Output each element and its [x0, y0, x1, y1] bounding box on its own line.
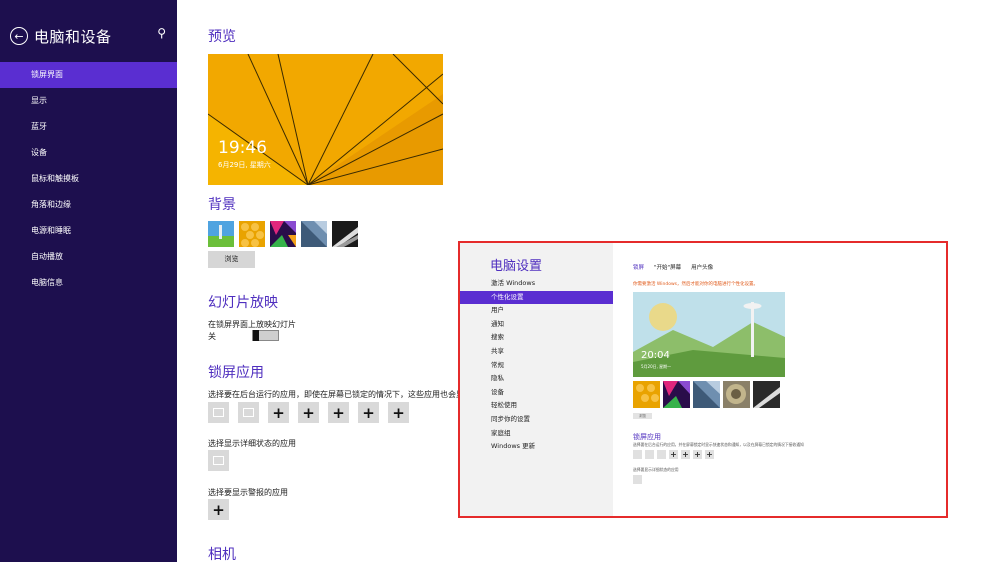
lock-apps-description: 选择要在后台运行的应用，即使在屏幕已锁定的情况下，这些应用也会显示 — [208, 390, 458, 399]
background-thumb-honeycomb[interactable] — [239, 221, 265, 247]
background-thumb-landscape[interactable] — [208, 221, 234, 247]
overlay-detailed-status-label: 选择要显示详细状态的应用 — [633, 467, 679, 472]
tab-lock-screen[interactable]: 锁屏 — [633, 263, 644, 271]
overlay-item-users[interactable]: 用户 — [460, 304, 613, 318]
overlay-item-general[interactable]: 常规 — [460, 359, 613, 373]
overlay-sidebar: 电脑设置 激活 Windows 个性化设置 用户 通知 搜索 共享 常规 隐私 … — [460, 243, 613, 516]
slideshow-label: 在锁屏界面上放映幻灯片 — [208, 320, 296, 329]
sidebar-item-lock-screen[interactable]: 锁屏界面 — [0, 62, 177, 88]
overlay-item-search[interactable]: 搜索 — [460, 331, 613, 345]
overlay-item-activate-windows[interactable]: 激活 Windows — [460, 277, 613, 291]
overlay-list: 激活 Windows 个性化设置 用户 通知 搜索 共享 常规 隐私 设备 轻松… — [460, 277, 613, 454]
background-thumbnails — [208, 221, 358, 247]
toggle-knob — [253, 330, 259, 341]
overlay-background-thumbnails — [633, 381, 780, 408]
overlay-preview-time: 20:04 — [641, 350, 670, 361]
overlay-thumb-shell[interactable] — [723, 381, 750, 408]
lock-screen-preview: 19:46 6月29日, 星期六 — [208, 54, 443, 185]
preview-date: 6月29日, 星期六 — [218, 161, 271, 169]
detailed-status-label: 选择显示详细状态的应用 — [208, 439, 296, 448]
preview-heading: 预览 — [208, 29, 236, 45]
overlay-browse-button[interactable]: 浏览 — [633, 413, 652, 419]
overlay-slot[interactable] — [657, 450, 666, 459]
overlay-detailed-status-slot[interactable] — [633, 475, 642, 484]
search-icon[interactable]: ⚲ — [157, 26, 166, 40]
lock-apps-heading: 锁屏应用 — [208, 365, 264, 381]
overlay-item-windows-update[interactable]: Windows 更新 — [460, 440, 613, 454]
overlay-item-share[interactable]: 共享 — [460, 345, 613, 359]
overlay-thumb-tunnel[interactable] — [693, 381, 720, 408]
slideshow-heading: 幻灯片放映 — [208, 295, 278, 311]
lock-apps-slots: + + + + + — [208, 402, 409, 423]
add-app-slot[interactable]: + — [328, 402, 349, 423]
overlay-item-homegroup[interactable]: 家庭组 — [460, 427, 613, 441]
overlay-mail-slot[interactable] — [633, 450, 642, 459]
overlay-thumb-bridge[interactable] — [753, 381, 780, 408]
sidebar-item-mouse-touchpad[interactable]: 鼠标和触摸板 — [0, 166, 177, 192]
overlay-lock-apps-description: 选择要在后台运行的应用，并在屏幕锁定时显示快速状态和通知，以及在屏幕已锁定的情况… — [633, 442, 804, 447]
background-thumb-tunnel[interactable] — [301, 221, 327, 247]
browse-button[interactable]: 浏览 — [208, 251, 255, 268]
slideshow-toggle[interactable] — [252, 330, 279, 341]
overlay-item-sync[interactable]: 同步你的设置 — [460, 413, 613, 427]
overlay-calendar-slot[interactable] — [645, 450, 654, 459]
overlay-lock-apps-slots: + + + + — [633, 450, 714, 459]
alarm-add-app-slot[interactable]: + — [208, 499, 229, 520]
sidebar: ← 电脑和设备 ⚲ 锁屏界面 显示 蓝牙 设备 鼠标和触摸板 角落和边缘 电源和… — [0, 0, 177, 562]
sidebar-list: 锁屏界面 显示 蓝牙 设备 鼠标和触摸板 角落和边缘 电源和睡眠 自动播放 电脑… — [0, 62, 177, 296]
alarm-label: 选择要显示警报的应用 — [208, 488, 288, 497]
sidebar-item-display[interactable]: 显示 — [0, 88, 177, 114]
tab-start-screen[interactable]: "开始"屏幕 — [654, 263, 681, 271]
overlay-preview-date: 5月20日, 星期一 — [641, 364, 672, 369]
overlay-thumb-honeycomb[interactable] — [633, 381, 660, 408]
sidebar-header: ← 电脑和设备 ⚲ — [10, 24, 170, 48]
mail-icon — [213, 408, 224, 417]
background-heading: 背景 — [208, 197, 236, 213]
background-thumb-colorful[interactable] — [270, 221, 296, 247]
add-app-slot[interactable]: + — [268, 402, 289, 423]
sidebar-item-autoplay[interactable]: 自动播放 — [0, 244, 177, 270]
overlay-title: 电脑设置 — [490, 259, 543, 274]
calendar-icon — [243, 408, 254, 417]
highlighted-screenshot: 电脑设置 激活 Windows 个性化设置 用户 通知 搜索 共享 常规 隐私 … — [458, 241, 948, 518]
overlay-add-slot[interactable]: + — [669, 450, 678, 459]
overlay-add-slot[interactable]: + — [705, 450, 714, 459]
add-app-slot[interactable]: + — [298, 402, 319, 423]
preview-time: 19:46 — [218, 138, 267, 158]
mail-app-slot[interactable] — [208, 402, 229, 423]
camera-heading: 相机 — [208, 547, 236, 562]
sidebar-item-devices[interactable]: 设备 — [0, 140, 177, 166]
detailed-status-app-slot[interactable] — [208, 450, 229, 471]
add-app-slot[interactable]: + — [388, 402, 409, 423]
back-arrow-icon[interactable]: ← — [10, 27, 28, 45]
calendar-icon — [213, 456, 224, 465]
background-thumb-bridge[interactable] — [332, 221, 358, 247]
overlay-thumb-colorful[interactable] — [663, 381, 690, 408]
sidebar-item-corners-edges[interactable]: 角落和边缘 — [0, 192, 177, 218]
overlay-lock-apps-heading: 锁屏应用 — [633, 433, 661, 441]
overlay-item-devices[interactable]: 设备 — [460, 386, 613, 400]
activation-warning: 你需要激活 Windows，然后才能对你的电脑进行个性化设置。 — [633, 282, 759, 287]
sidebar-item-pc-info[interactable]: 电脑信息 — [0, 270, 177, 296]
overlay-add-slot[interactable]: + — [693, 450, 702, 459]
overlay-item-privacy[interactable]: 隐私 — [460, 372, 613, 386]
sidebar-item-bluetooth[interactable]: 蓝牙 — [0, 114, 177, 140]
overlay-lock-preview: 20:04 5月20日, 星期一 — [633, 292, 785, 377]
overlay-item-personalize[interactable]: 个性化设置 — [460, 290, 613, 305]
sidebar-title: 电脑和设备 — [34, 27, 112, 46]
calendar-app-slot[interactable] — [238, 402, 259, 423]
tab-account-picture[interactable]: 用户头像 — [691, 263, 713, 271]
overlay-tabs: 锁屏 "开始"屏幕 用户头像 — [633, 263, 713, 271]
slideshow-state: 关 — [208, 332, 216, 341]
overlay-add-slot[interactable]: + — [681, 450, 690, 459]
add-app-slot[interactable]: + — [358, 402, 379, 423]
overlay-item-ease-of-access[interactable]: 轻松使用 — [460, 399, 613, 413]
pc-settings-window: ← 电脑和设备 ⚲ 锁屏界面 显示 蓝牙 设备 鼠标和触摸板 角落和边缘 电源和… — [0, 0, 1000, 562]
overlay-item-notifications[interactable]: 通知 — [460, 318, 613, 332]
sidebar-item-power-sleep[interactable]: 电源和睡眠 — [0, 218, 177, 244]
